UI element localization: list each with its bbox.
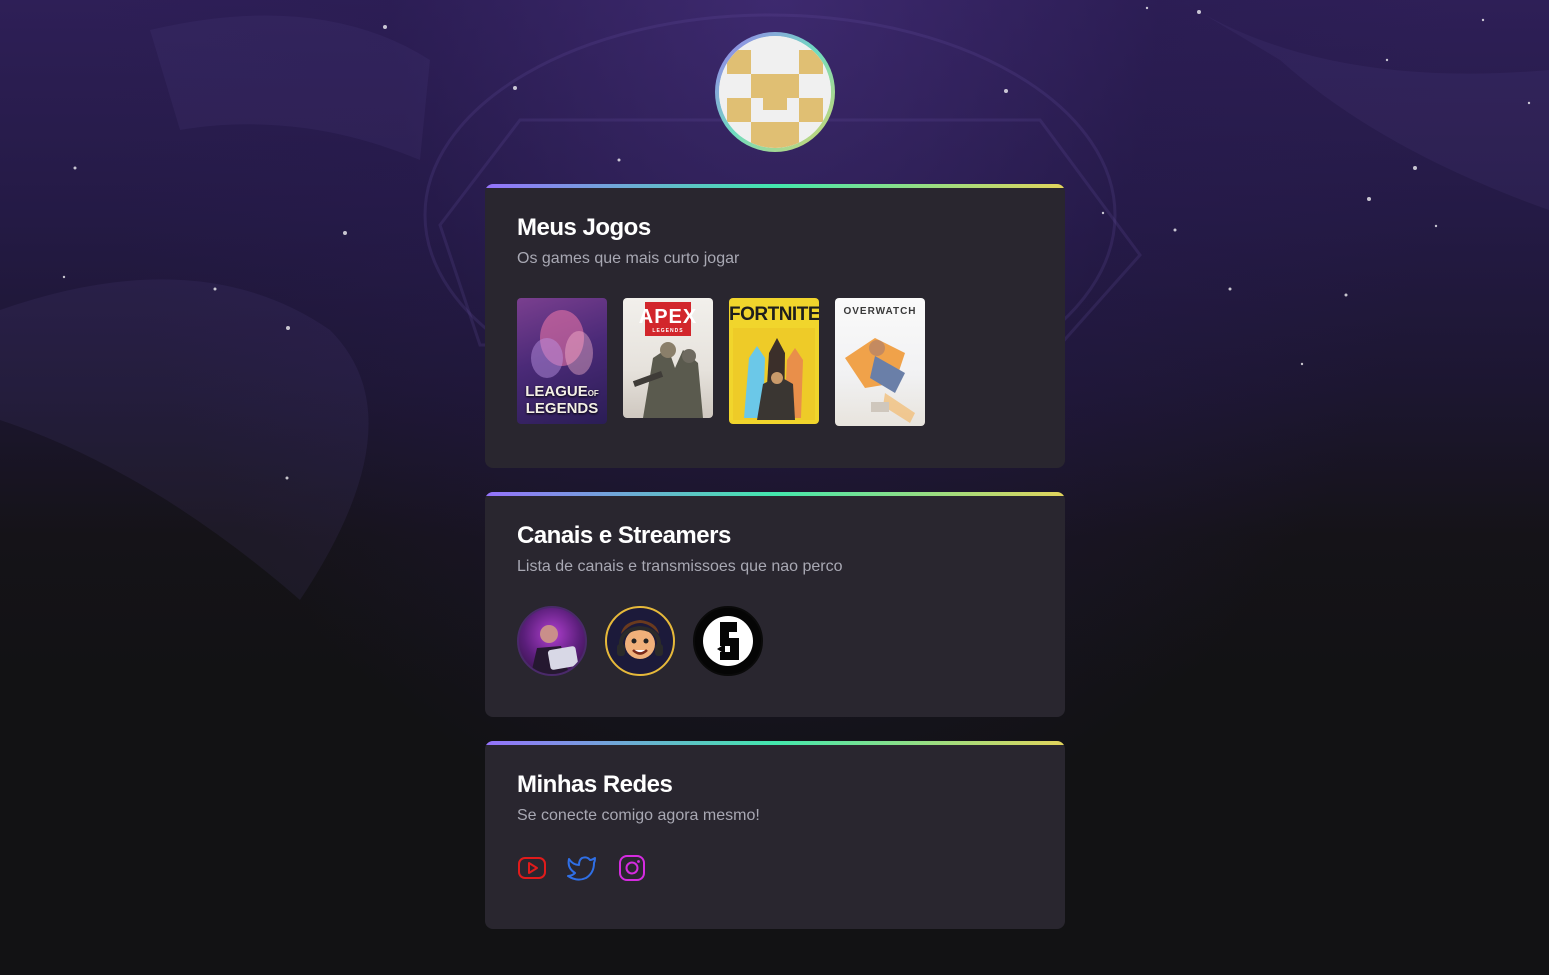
streamers-card: Canais e Streamers Lista de canais e tra… — [485, 492, 1065, 717]
profile-avatar — [715, 32, 835, 152]
youtube-icon — [518, 857, 546, 879]
game-league-of-legends[interactable]: LEAGUEOF LEGENDS — [517, 298, 607, 424]
instagram-icon — [619, 855, 645, 881]
social-list — [517, 853, 1033, 883]
overwatch-art-icon — [845, 338, 915, 423]
apex-art-icon — [632, 342, 703, 418]
streamer-avatar-1[interactable] — [517, 606, 587, 676]
social-subtitle: Se conecte comigo agora mesmo! — [517, 807, 760, 824]
fortnite-art-icon — [733, 328, 815, 420]
social-title: Minhas Redes — [517, 771, 673, 798]
games-card: Meus Jogos Os games que mais curto jogar… — [485, 184, 1065, 468]
game-apex-legends[interactable]: APEX LEGENDS — [623, 298, 713, 418]
youtube-link[interactable] — [517, 853, 547, 883]
twitter-icon — [567, 856, 596, 881]
games-title: Meus Jogos — [517, 214, 651, 241]
streamer-2-cartoon-icon — [617, 620, 663, 659]
games-list: LEAGUEOF LEGENDS APEX LEGENDS FORTNITE O… — [517, 298, 1033, 426]
pixel-avatar-icon — [719, 36, 831, 148]
twitter-link[interactable] — [567, 853, 597, 883]
avatar-image — [719, 36, 831, 148]
game-overwatch[interactable]: OVERWATCH — [835, 298, 925, 426]
instagram-link[interactable] — [617, 853, 647, 883]
streamers-subtitle: Lista de canais e transmissoes que nao p… — [517, 558, 843, 575]
streamer-avatar-2[interactable] — [605, 606, 675, 676]
streamers-title: Canais e Streamers — [517, 522, 731, 549]
lol-title-line1: LEAGUE — [525, 383, 588, 400]
lol-title-line2: LEGENDS — [525, 400, 599, 417]
social-card: Minhas Redes Se conecte comigo agora mes… — [485, 741, 1065, 929]
streamer-1-photo-icon — [531, 625, 579, 674]
lol-title-of: OF — [587, 389, 599, 398]
streamers-list — [517, 606, 1033, 676]
games-subtitle: Os games que mais curto jogar — [517, 250, 740, 267]
game-fortnite[interactable]: FORTNITE — [729, 298, 819, 424]
streamer-3-logo-icon — [703, 616, 753, 666]
streamer-avatar-3[interactable] — [693, 606, 763, 676]
